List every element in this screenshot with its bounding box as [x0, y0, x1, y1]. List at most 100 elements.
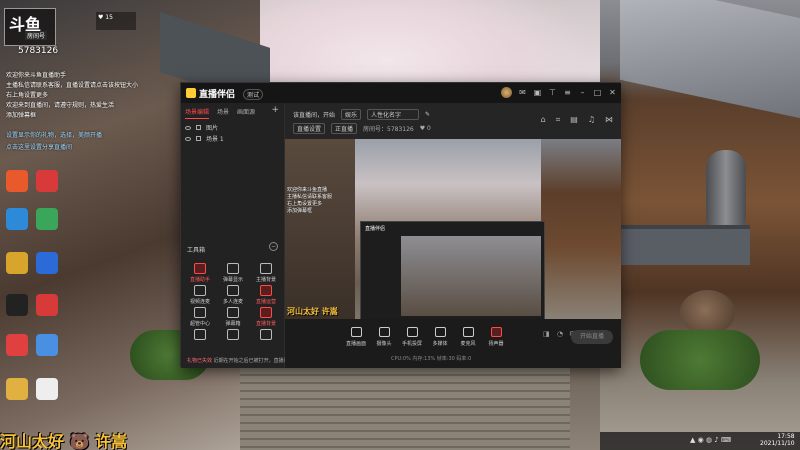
- room-name-field[interactable]: 人性化名字: [367, 109, 420, 120]
- app-name: 直播伴侣: [199, 90, 236, 100]
- tray-icons[interactable]: ▲ ◉ ◍ ♪ ⌨: [690, 436, 731, 444]
- eye-icon[interactable]: [185, 125, 191, 130]
- tool-label: 弹幕箱: [225, 321, 241, 327]
- gift-icon[interactable]: ▣: [533, 88, 542, 97]
- tool-button[interactable]: 主播背景: [251, 263, 281, 283]
- tool-button[interactable]: 多人连麦: [218, 285, 248, 305]
- desktop-app-icon[interactable]: [36, 170, 58, 192]
- tool-label: 直播运营: [255, 299, 276, 305]
- stone-lantern: [620, 225, 750, 265]
- tab-scene-edit[interactable]: 场景编辑: [185, 107, 210, 119]
- maximize-icon[interactable]: □: [593, 88, 602, 97]
- chat-line: 添加弹幕框: [6, 112, 37, 119]
- tool-icon: [260, 329, 272, 340]
- layer-row[interactable]: 场景 1: [185, 134, 224, 143]
- right-bush: [640, 330, 760, 390]
- eye-icon[interactable]: [185, 136, 191, 141]
- record-icon[interactable]: ◨: [543, 330, 550, 338]
- preview-banner: 河山太好 许嵩: [287, 307, 338, 316]
- control-bar: 直播画面摄像头手机投屏多媒体麦克风扬声器 ◨ ◔ ⚙ 开始直播 CPU:0% 内…: [285, 319, 621, 368]
- tool-button[interactable]: [218, 329, 248, 342]
- stone-steps: [240, 360, 570, 450]
- lock-icon[interactable]: [196, 136, 201, 141]
- timer-icon[interactable]: ◔: [557, 330, 563, 338]
- control-button[interactable]: 直播画面: [341, 327, 371, 347]
- stream-preview[interactable]: 欢迎你来斗鱼直播 主播私信请联系客服 右上角设置更多 添加弹幕框 直播伴侣 河山太好 …: [285, 139, 621, 319]
- close-icon[interactable]: ✕: [608, 88, 617, 97]
- tool-label: 直播背景: [255, 321, 276, 327]
- tool-icon: [194, 329, 206, 340]
- lock-icon[interactable]: [196, 125, 201, 130]
- cart-icon[interactable]: ⌗: [556, 115, 561, 125]
- gift-box-icon[interactable]: ▤: [570, 115, 578, 125]
- likes-badge: ♥ 15: [96, 12, 136, 30]
- desktop-app-icon[interactable]: [6, 378, 28, 400]
- tool-label: 多人连麦: [222, 299, 243, 305]
- desktop-app-icon[interactable]: [6, 252, 28, 274]
- title-controls: ✉ ▣ ⊤ ≡ – □ ✕: [501, 87, 617, 98]
- desktop-app-icon[interactable]: [6, 208, 28, 230]
- nested-view: [401, 236, 541, 316]
- control-button[interactable]: 手机投屏: [397, 327, 427, 347]
- chat-line: 欢迎你来斗鱼直播助手: [6, 72, 67, 79]
- tool-label: 主播背景: [255, 277, 276, 283]
- tool-button[interactable]: 弹幕箱: [218, 307, 248, 327]
- tool-button[interactable]: 直播运营: [251, 285, 281, 305]
- minimize-icon[interactable]: –: [578, 88, 587, 97]
- tool-label: 直播助手: [189, 277, 210, 283]
- message-icon[interactable]: ✉: [518, 88, 527, 97]
- tool-button[interactable]: [185, 329, 215, 342]
- tool-button[interactable]: 直播助手: [185, 263, 215, 283]
- tab-scene[interactable]: 场景: [217, 107, 229, 119]
- tool-button[interactable]: 弹幕显示: [218, 263, 248, 283]
- tool-button[interactable]: [251, 329, 281, 342]
- add-source-icon[interactable]: +: [271, 105, 279, 115]
- bag-icon[interactable]: ⌂: [541, 115, 546, 125]
- settings-button[interactable]: 直播设置: [293, 123, 326, 134]
- scene-tabs: 场景编辑 场景 画面源: [185, 107, 255, 119]
- bell-icon[interactable]: ♫: [588, 115, 595, 125]
- layer-name: 场景 1: [206, 136, 224, 143]
- app-logo: 直播伴侣: [186, 87, 235, 100]
- desktop-app-icon[interactable]: [36, 378, 58, 400]
- control-icon: [462, 327, 474, 337]
- preview-right-building: [541, 139, 621, 319]
- desktop-app-icon[interactable]: [6, 170, 28, 192]
- desktop-app-icon[interactable]: [6, 334, 28, 356]
- tool-label: 视频连麦: [189, 299, 210, 305]
- title-bar[interactable]: 直播伴侣 测试 ✉ ▣ ⊤ ≡ – □ ✕: [181, 83, 621, 103]
- footer-warning[interactable]: 礼物已失效: [187, 358, 212, 364]
- control-icon: [490, 327, 502, 337]
- edit-icon[interactable]: ✎: [425, 111, 430, 118]
- control-button[interactable]: 扬声器: [481, 327, 511, 347]
- desktop-app-icon[interactable]: [36, 334, 58, 356]
- control-icon: [434, 327, 446, 337]
- chat-line: 欢迎来到直播间，请遵守规则，热爱生活: [6, 102, 115, 109]
- preview-text-line: 欢迎你来斗鱼直播: [287, 187, 328, 193]
- layer-row[interactable]: 图片: [185, 123, 218, 132]
- control-label: 直播画面: [345, 341, 366, 347]
- tool-icon: [194, 263, 206, 274]
- desktop-app-icon[interactable]: [36, 252, 58, 274]
- desktop-app-icon[interactable]: [36, 208, 58, 230]
- control-button[interactable]: 多媒体: [425, 327, 455, 347]
- title-label: 该直播间，开始: [293, 112, 336, 119]
- category-select[interactable]: 娱乐: [341, 109, 362, 120]
- stone-pot: [680, 290, 735, 335]
- start-live-button[interactable]: 开始直播: [571, 330, 613, 344]
- stream-info-bar: 该直播间，开始 娱乐 人性化名字 ✎ 直播设置 正直播 房间号：5783126 …: [285, 103, 621, 139]
- taskbar-clock[interactable]: 17:58 2021/11/10: [760, 433, 795, 447]
- avatar[interactable]: [501, 87, 512, 98]
- tool-button[interactable]: 视频连麦: [185, 285, 215, 305]
- tool-button[interactable]: 超管中心: [185, 307, 215, 327]
- toolbox-collapse-icon[interactable]: −: [269, 242, 278, 251]
- control-button[interactable]: 麦克风: [453, 327, 483, 347]
- shirt-icon[interactable]: ⊤: [548, 88, 557, 97]
- share-icon[interactable]: ⋈: [605, 115, 613, 125]
- tab-source[interactable]: 画面源: [237, 107, 255, 119]
- tool-button[interactable]: 直播背景: [251, 307, 281, 327]
- desktop-app-icon[interactable]: [36, 294, 58, 316]
- desktop-app-icon[interactable]: [6, 294, 28, 316]
- control-button[interactable]: 摄像头: [369, 327, 399, 347]
- menu-icon[interactable]: ≡: [563, 88, 572, 97]
